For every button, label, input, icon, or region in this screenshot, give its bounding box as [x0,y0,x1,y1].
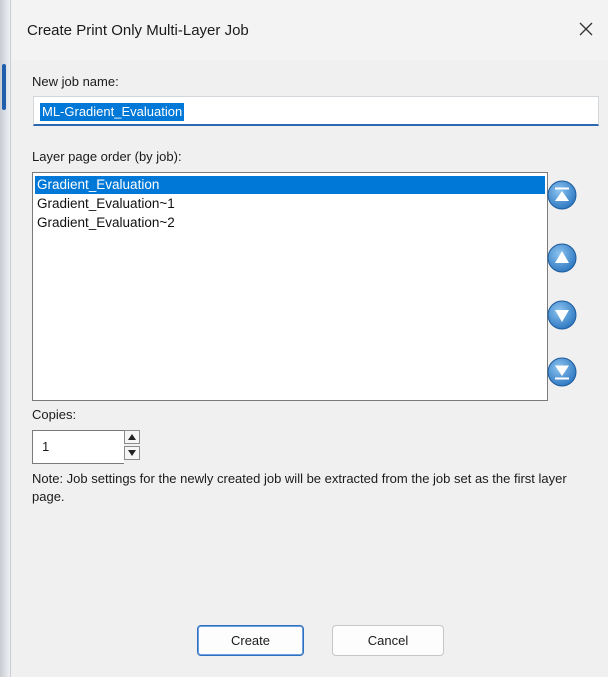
move-up-button[interactable] [547,243,577,273]
job-name-label: New job name: [32,74,119,89]
move-to-bottom-icon [547,357,577,387]
move-up-icon [547,243,577,273]
move-down-icon [547,300,577,330]
move-to-top-icon [547,180,577,210]
list-item[interactable]: Gradient_Evaluation [35,176,545,194]
spin-up-icon [128,434,136,440]
copies-value: 1 [42,439,50,454]
window-edge-accent [2,64,6,110]
copies-increment-button[interactable] [124,430,140,444]
list-item[interactable]: Gradient_Evaluation~1 [35,195,545,213]
move-down-button[interactable] [547,300,577,330]
create-button[interactable]: Create [197,625,304,656]
spin-down-icon [128,450,136,456]
window-edge [0,0,10,677]
dialog-content: New job name: ML-Gradient_Evaluation Lay… [11,60,608,677]
close-button[interactable] [569,12,603,46]
job-name-input[interactable]: ML-Gradient_Evaluation [33,96,599,126]
copies-decrement-button[interactable] [124,446,140,460]
job-name-value: ML-Gradient_Evaluation [40,103,185,121]
layer-order-list[interactable]: Gradient_Evaluation Gradient_Evaluation~… [32,172,548,401]
title-bar: Create Print Only Multi-Layer Job [11,0,608,60]
cancel-button[interactable]: Cancel [332,625,444,656]
note-text: Note: Job settings for the newly created… [32,471,567,504]
layer-order-label: Layer page order (by job): [32,149,182,164]
move-to-bottom-button[interactable] [547,357,577,387]
close-icon [579,22,593,36]
copies-input[interactable]: 1 [32,430,124,464]
dialog-title: Create Print Only Multi-Layer Job [27,22,249,39]
move-to-top-button[interactable] [547,180,577,210]
create-multi-layer-job-dialog: Create Print Only Multi-Layer Job New jo… [10,0,608,677]
list-item[interactable]: Gradient_Evaluation~2 [35,214,545,232]
copies-label: Copies: [32,407,77,422]
